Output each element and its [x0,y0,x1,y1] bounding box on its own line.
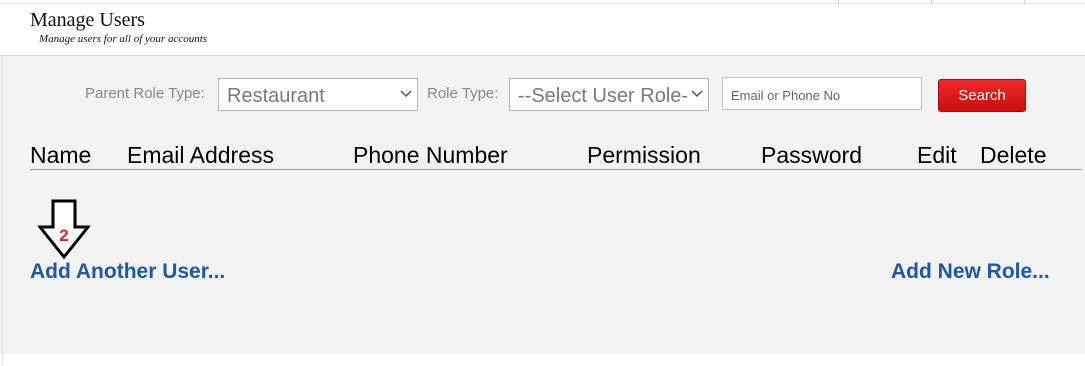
annotation-step-number: 2 [59,226,68,245]
page-subtitle: Manage users for all of your accounts [39,33,208,45]
chevron-down-icon [400,90,412,98]
page-header: Manage Users Manage users for all of you… [0,4,1085,55]
role-type-label: Role Type: [427,85,499,102]
column-header-name: Name [30,142,92,168]
panel-edge [2,56,3,366]
role-type-select[interactable]: --Select User Role-- [509,78,709,111]
parent-role-type-value: Restaurant [227,85,325,107]
column-header-password: Password [761,142,862,168]
page-title: Manage Users [30,9,145,31]
search-placeholder: Email or Phone No [731,88,841,103]
column-header-phone: Phone Number [353,142,508,168]
column-header-edit: Edit [917,142,957,168]
table-header-divider [30,169,1082,170]
add-new-role-link[interactable]: Add New Role... [891,260,1050,284]
chevron-down-icon [691,90,703,98]
role-type-value: --Select User Role-- [518,85,688,107]
search-button[interactable]: Search [938,79,1026,112]
search-input[interactable]: Email or Phone No [722,77,922,110]
down-arrow-icon: 2 [38,199,90,260]
parent-role-type-select[interactable]: Restaurant [218,78,418,111]
add-another-user-link[interactable]: Add Another User... [30,260,225,284]
parent-role-type-label: Parent Role Type: [85,85,205,102]
column-header-email: Email Address [127,142,275,168]
manage-users-panel: Parent Role Type: Restaurant Role Type: … [0,55,1085,366]
column-header-delete: Delete [980,142,1047,168]
column-header-permission: Permission [587,142,701,168]
